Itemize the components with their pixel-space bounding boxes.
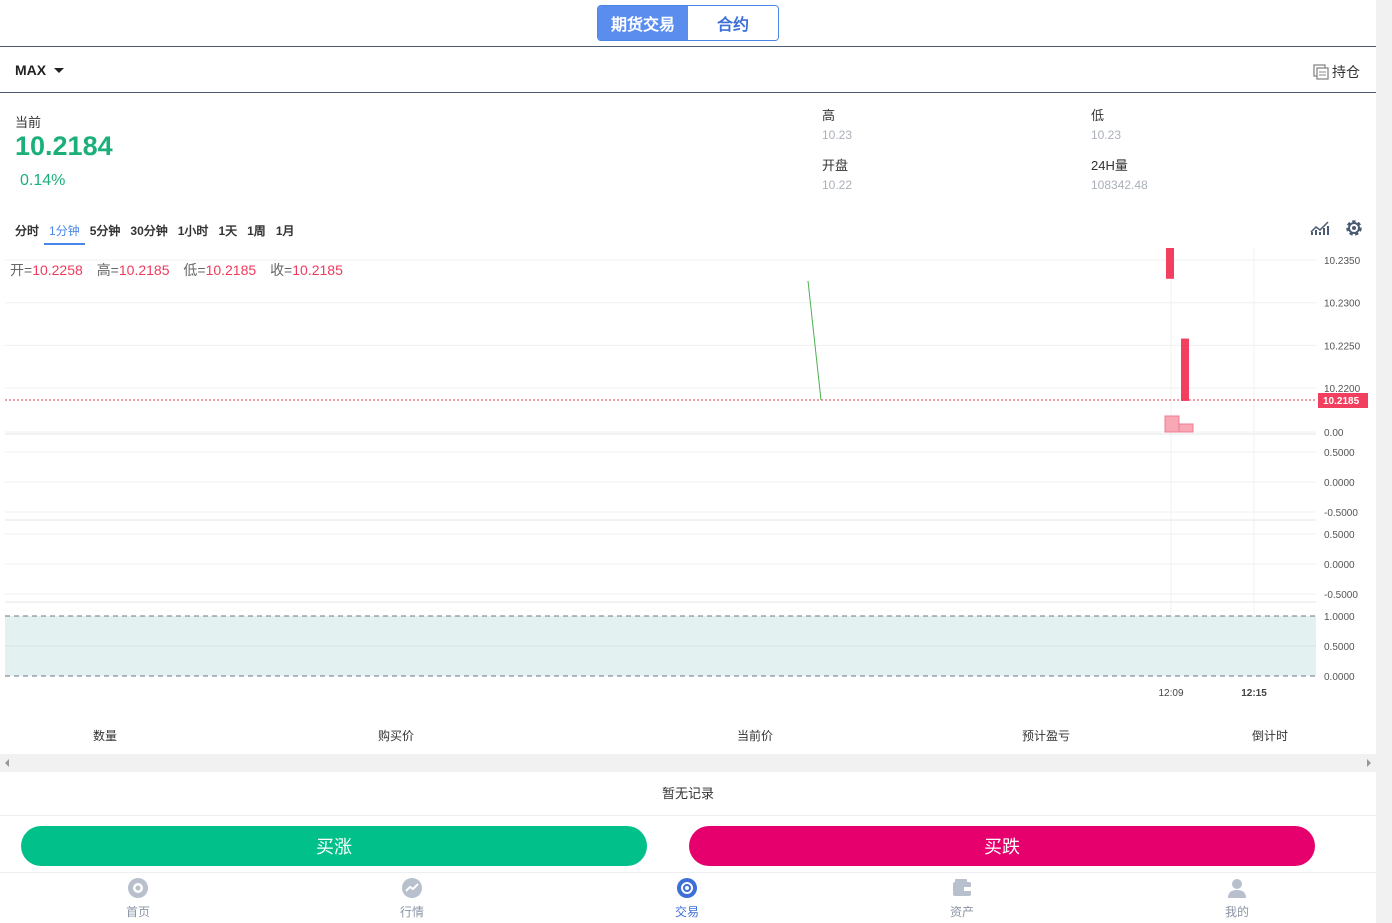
settings-gear-icon[interactable] xyxy=(1344,218,1364,238)
bottom-nav: 首页 行情 交易 资产 我的 xyxy=(0,872,1376,923)
tab-futures-trading[interactable]: 期货交易 xyxy=(598,6,688,40)
buy-down-button[interactable]: 买跌 xyxy=(689,826,1315,866)
nav-trade[interactable]: 交易 xyxy=(647,877,727,920)
timeframe-tabs: 分时 1分钟 5分钟 30分钟 1小时 1天 1周 1月 xyxy=(10,220,300,245)
nav-market[interactable]: 行情 xyxy=(372,877,452,920)
tf-tab[interactable]: 1周 xyxy=(242,220,271,245)
nav-assets[interactable]: 资产 xyxy=(922,877,1002,920)
col-est-pnl: 预计盈亏 xyxy=(1021,729,1071,743)
high-label: 高 xyxy=(822,108,836,123)
col-current-price: 当前价 xyxy=(736,729,774,743)
open-value: 10.22 xyxy=(822,178,853,192)
low-label: 低 xyxy=(1091,108,1105,123)
ohlc-high-value: 10.2185 xyxy=(118,262,170,278)
current-label: 当前 xyxy=(15,115,42,130)
vertical-scrollbar[interactable] xyxy=(1376,0,1392,923)
ind4-tick-label: 0.5000 xyxy=(1324,642,1355,653)
tf-tab[interactable]: 30分钟 xyxy=(125,220,172,245)
volume-label: 24H量 xyxy=(1091,158,1128,173)
chart-tools xyxy=(1310,218,1364,238)
holdings-label: 持仓 xyxy=(1332,64,1360,80)
trade-icon xyxy=(677,878,697,898)
ohlc-open-label: 开= xyxy=(10,262,33,278)
nav-label: 行情 xyxy=(399,905,424,919)
ind1-tick-label: 0.00 xyxy=(1324,428,1344,439)
empty-records: 暂无记录 xyxy=(661,786,714,801)
scroll-left-icon[interactable] xyxy=(5,759,9,767)
volume-value: 108342.48 xyxy=(1091,178,1148,192)
volume-bar xyxy=(1164,415,1180,433)
price-tick-label: 10.2350 xyxy=(1324,256,1361,267)
ind2-tick-label: 0.5000 xyxy=(1324,448,1355,459)
ohlc-readout: 开=10.2258 高=10.2185 低=10.2185 收=10.2185 xyxy=(10,260,353,280)
low-value: 10.23 xyxy=(1091,128,1122,142)
ind2-tick-label: 0.0000 xyxy=(1324,478,1355,489)
change-percent: 0.14% xyxy=(20,172,66,189)
header-divider xyxy=(0,46,1376,47)
ind4-tick-label: 1.0000 xyxy=(1324,612,1355,623)
market-icon xyxy=(402,878,422,898)
ind2-tick-label: -0.5000 xyxy=(1324,508,1358,519)
user-icon xyxy=(1228,879,1246,898)
holdings-button[interactable]: 持仓 xyxy=(1312,62,1360,82)
tf-tab[interactable]: 5分钟 xyxy=(85,220,126,245)
price-line xyxy=(807,280,822,401)
mode-switch: 期货交易 合约 xyxy=(597,5,779,41)
indicator-icon[interactable] xyxy=(1310,220,1330,236)
last-price-tag: 10.2185 xyxy=(1323,396,1360,407)
nav-home[interactable]: 首页 xyxy=(98,877,178,920)
stat-volume: 24H量 108342.48 xyxy=(1091,155,1148,192)
tf-tab[interactable]: 分时 xyxy=(10,220,44,245)
tf-tab[interactable]: 1小时 xyxy=(173,220,214,245)
nav-label: 首页 xyxy=(125,905,150,919)
col-quantity: 数量 xyxy=(92,729,118,743)
time-label: 12:09 xyxy=(1158,688,1183,699)
home-icon xyxy=(128,878,148,898)
stat-low: 低 10.23 xyxy=(1091,105,1121,142)
nav-label: 交易 xyxy=(674,905,699,919)
symbol-name: MAX xyxy=(15,62,47,78)
symbol-divider xyxy=(0,92,1376,93)
ohlc-low-label: 低= xyxy=(183,262,206,278)
nav-label: 资产 xyxy=(949,905,974,919)
caret-down-icon xyxy=(54,67,65,73)
price-tick-label: 10.2250 xyxy=(1324,341,1361,352)
candle-bar xyxy=(1166,248,1174,279)
tf-tab-active[interactable]: 1分钟 xyxy=(44,220,85,245)
col-buy-price: 购买价 xyxy=(377,729,415,743)
copy-icon xyxy=(1313,64,1329,80)
tab-contract[interactable]: 合约 xyxy=(688,6,778,40)
nav-label: 我的 xyxy=(1224,905,1249,919)
open-label: 开盘 xyxy=(822,158,849,173)
stat-high: 高 10.23 xyxy=(822,105,852,142)
ind3-tick-label: -0.5000 xyxy=(1324,590,1358,601)
current-price: 10.2184 xyxy=(15,131,113,161)
symbol-selector[interactable]: MAX xyxy=(15,62,65,78)
ohlc-high-label: 高= xyxy=(96,262,119,278)
scroll-right-icon[interactable] xyxy=(1367,759,1371,767)
ohlc-close-value: 10.2185 xyxy=(292,262,343,278)
kline-chart[interactable]: 10.235010.230010.225010.22000.000.50000.… xyxy=(0,245,1376,705)
trading-page: 期货交易 合约 MAX 持仓 当前 10.2184 0.14% 高 10.23 … xyxy=(0,0,1392,923)
ohlc-low-value: 10.2185 xyxy=(205,262,257,278)
divider xyxy=(0,815,1376,816)
price-tick-label: 10.2300 xyxy=(1324,299,1361,310)
col-countdown: 倒计时 xyxy=(1251,729,1289,743)
tf-tab[interactable]: 1天 xyxy=(213,220,242,245)
candle-bar xyxy=(1181,338,1189,401)
stat-open: 开盘 10.22 xyxy=(822,155,852,192)
time-label: 12:15 xyxy=(1241,688,1267,699)
horizontal-scrollbar[interactable] xyxy=(0,754,1376,772)
high-value: 10.23 xyxy=(822,128,853,142)
ind4-tick-label: 0.0000 xyxy=(1324,672,1355,683)
ind3-tick-label: 0.5000 xyxy=(1324,530,1355,541)
tf-tab[interactable]: 1月 xyxy=(271,220,300,245)
wallet-icon xyxy=(953,879,971,896)
buy-up-button[interactable]: 买涨 xyxy=(21,826,647,866)
ind3-tick-label: 0.0000 xyxy=(1324,560,1355,571)
nav-mine[interactable]: 我的 xyxy=(1197,877,1277,920)
ohlc-close-label: 收= xyxy=(270,262,293,278)
ohlc-open-value: 10.2258 xyxy=(32,262,83,278)
volume-bar xyxy=(1178,423,1194,433)
